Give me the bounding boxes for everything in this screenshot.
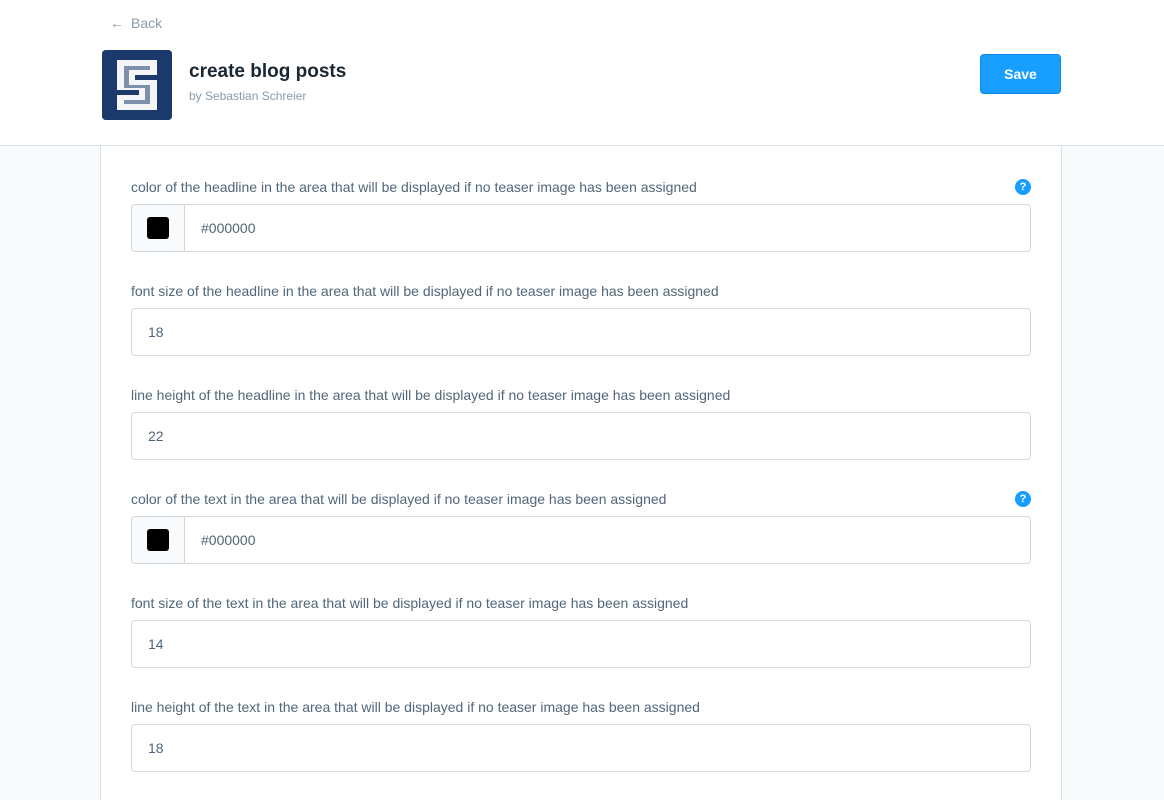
text-line-height-input[interactable]: 18 [131,724,1031,772]
field-label: color of the text in the area that will … [131,491,667,507]
headline-line-height-input[interactable]: 22 [131,412,1031,460]
field-label: font size of the text in the area that w… [131,595,689,611]
input-value: 14 [148,636,164,652]
color-picker-button[interactable] [132,205,185,251]
arrow-left-icon: ← [110,15,124,31]
plugin-logo-icon [102,50,172,120]
back-label: Back [131,15,163,31]
help-icon[interactable]: ? [1015,491,1031,507]
author-label: by Sebastian Schreier [189,89,307,103]
back-link[interactable]: ← Back [110,14,162,32]
input-value: 18 [148,740,164,756]
headline-color-input[interactable]: #000000 [131,204,1031,252]
input-value: #000000 [201,220,256,236]
page-header: ← Back create blog posts by Sebastian Sc… [0,0,1164,146]
page-title: create blog posts [189,61,347,82]
input-value: #000000 [201,532,256,548]
field-label: line height of the text in the area that… [131,699,700,715]
save-button[interactable]: Save [980,54,1061,94]
settings-card: color of the headline in the area that w… [100,146,1062,800]
help-icon[interactable]: ? [1015,179,1031,195]
input-value: 22 [148,428,164,444]
text-color-input[interactable]: #000000 [131,516,1031,564]
field-label: line height of the headline in the area … [131,387,731,403]
text-font-size-input[interactable]: 14 [131,620,1031,668]
input-value: 18 [148,324,164,340]
color-swatch [147,217,169,239]
color-swatch [147,529,169,551]
plugin-logo [102,50,172,120]
field-label: color of the headline in the area that w… [131,179,697,195]
field-label: font size of the headline in the area th… [131,283,719,299]
headline-font-size-input[interactable]: 18 [131,308,1031,356]
color-picker-button[interactable] [132,517,185,563]
